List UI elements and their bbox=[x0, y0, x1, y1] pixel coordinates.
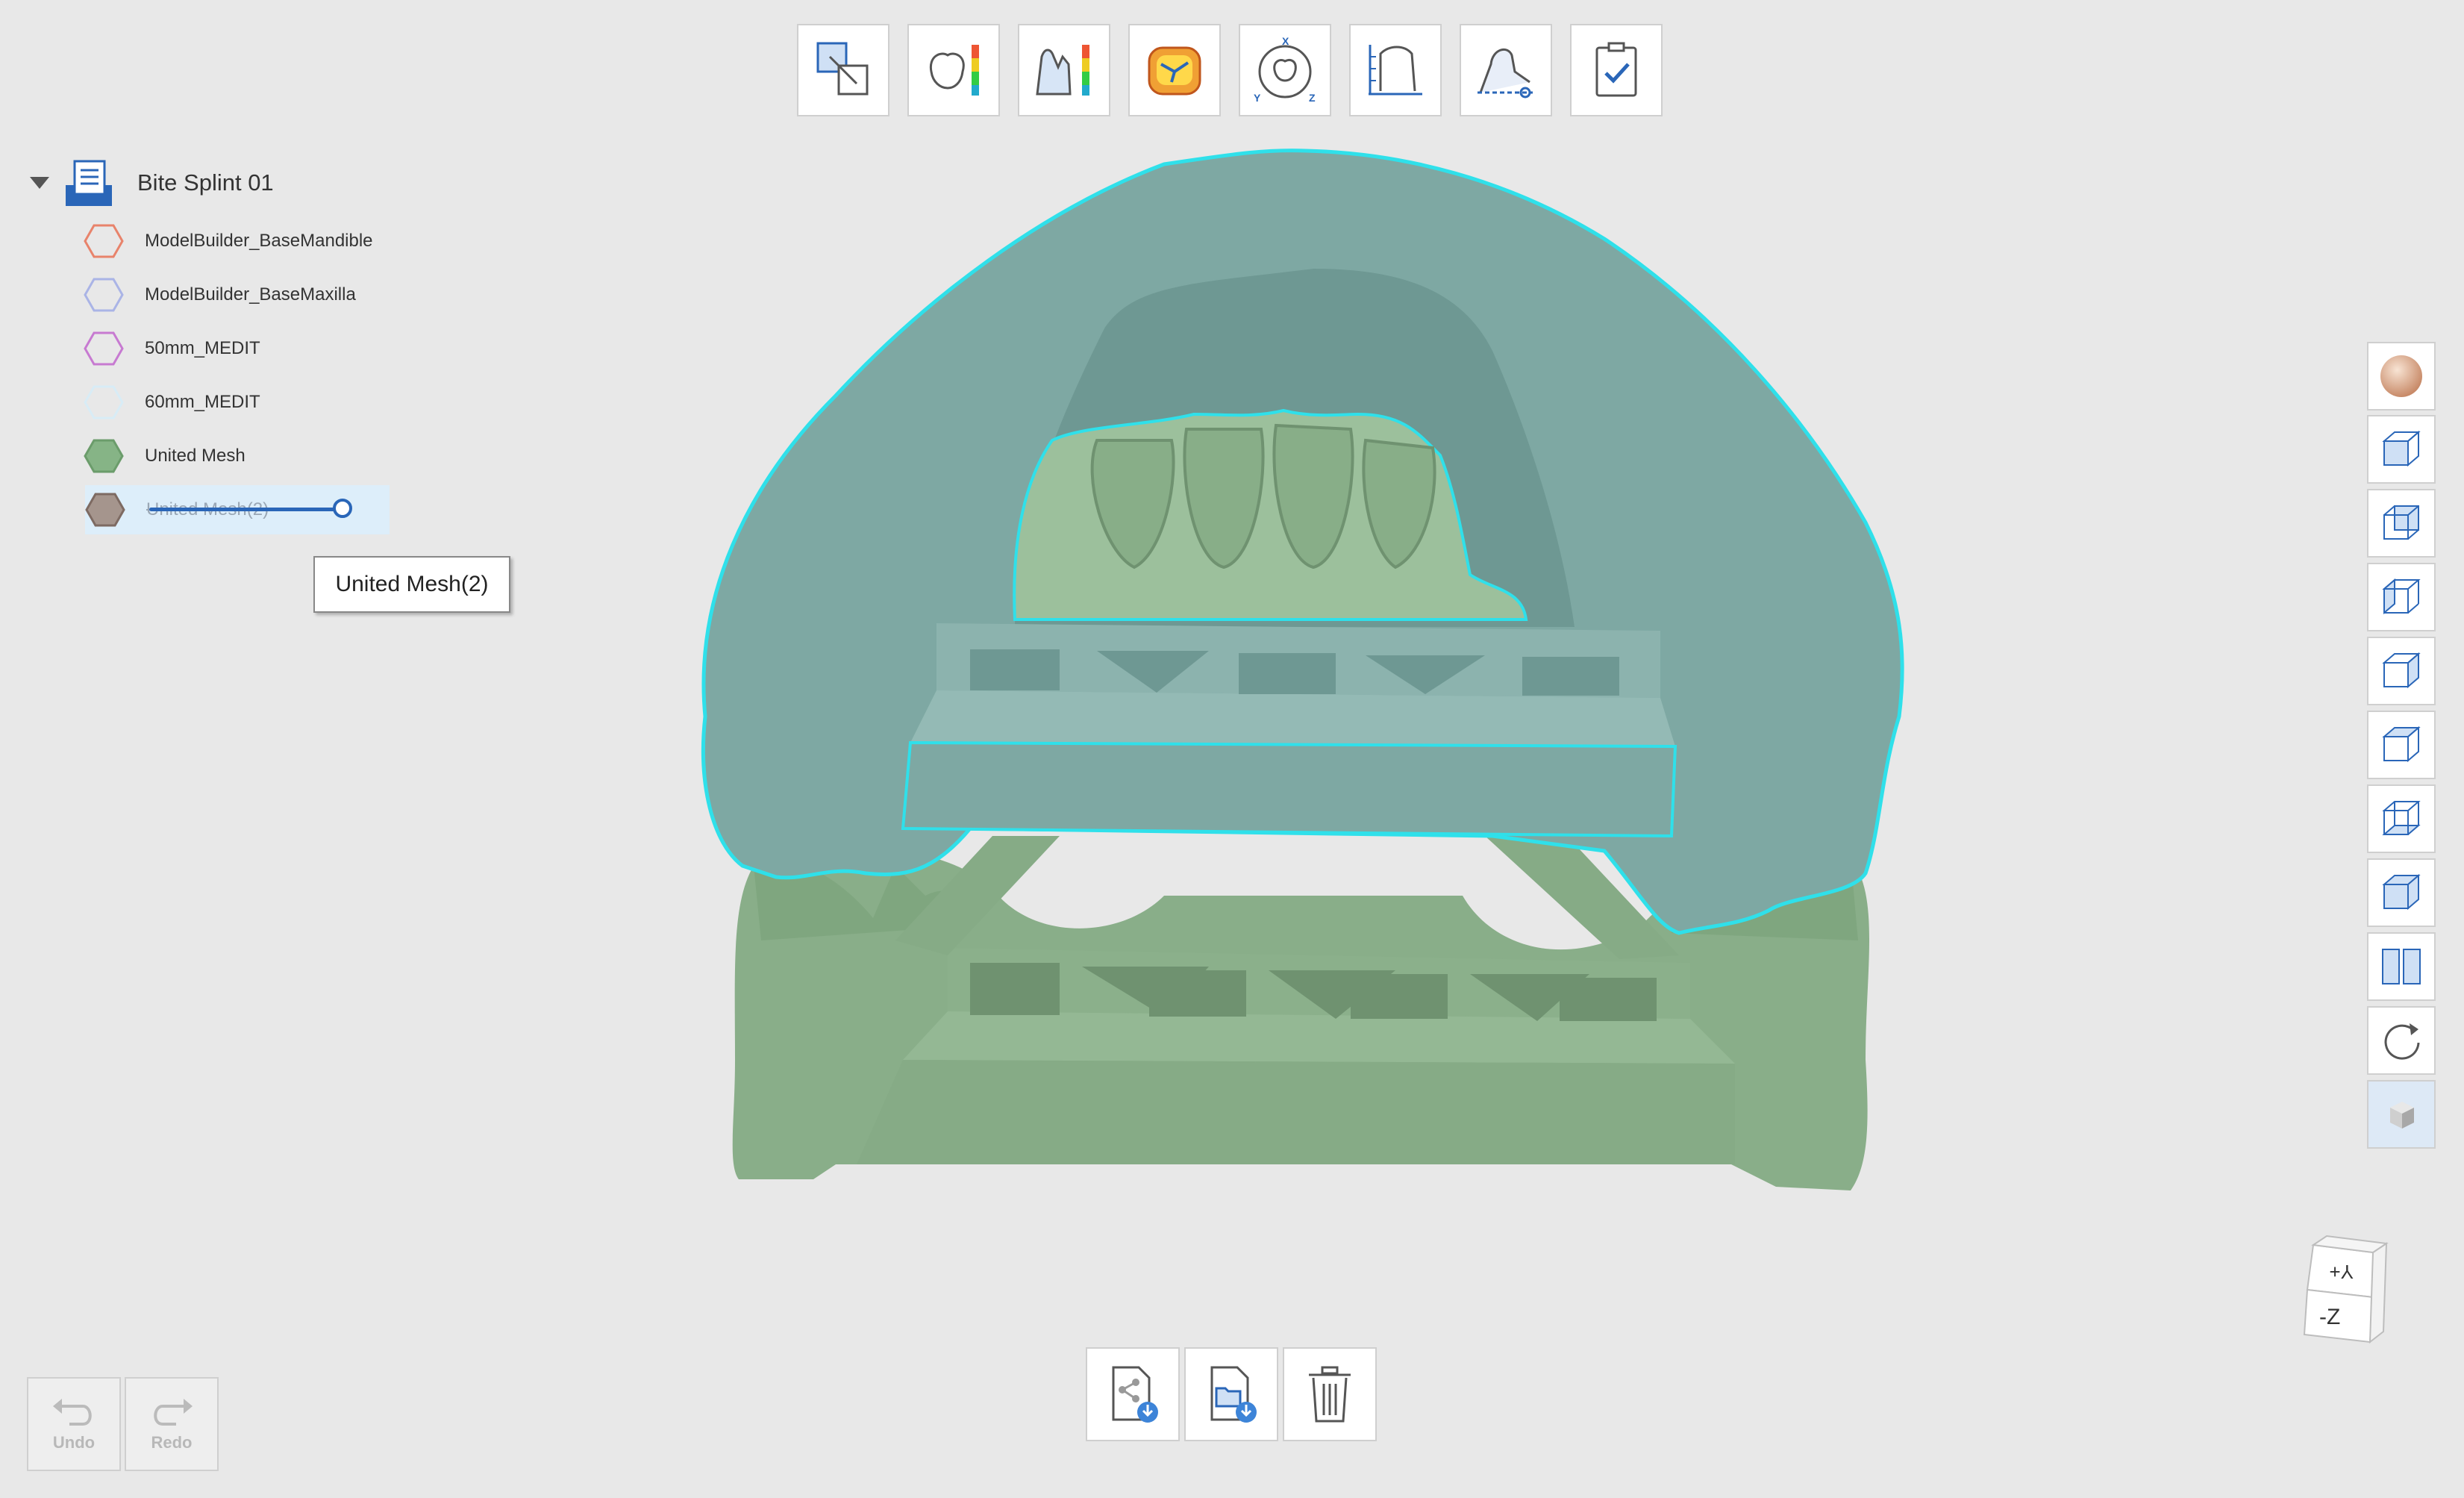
export-button[interactable] bbox=[1086, 1347, 1180, 1441]
rotate-button[interactable] bbox=[2367, 1006, 2436, 1075]
hexagon-icon[interactable] bbox=[84, 382, 124, 422]
bottom-view-button[interactable] bbox=[2367, 784, 2436, 853]
measure-icon bbox=[1369, 45, 1422, 96]
open-file-button[interactable] bbox=[1184, 1347, 1278, 1441]
hexagon-icon[interactable] bbox=[84, 221, 124, 261]
collapse-caret-icon[interactable] bbox=[30, 177, 49, 189]
cut-icon-button[interactable] bbox=[1460, 24, 1552, 116]
export-icon bbox=[1112, 1366, 1158, 1423]
cube-front-label: -Z bbox=[2319, 1305, 2340, 1329]
rotate-icon bbox=[2384, 1023, 2420, 1060]
deviation-map-icon-button[interactable] bbox=[1018, 24, 1110, 116]
project-icon bbox=[66, 160, 112, 206]
split-view-button[interactable] bbox=[2367, 932, 2436, 1001]
project-name: Bite Splint 01 bbox=[137, 169, 274, 196]
back-view-button[interactable] bbox=[2367, 489, 2436, 558]
tree-item-label: 60mm_MEDIT bbox=[145, 392, 260, 412]
undo-label: Undo bbox=[52, 1433, 96, 1452]
open-file-icon bbox=[1210, 1366, 1257, 1423]
top-view-icon bbox=[2382, 725, 2421, 763]
tree-item-50mm-medit[interactable]: 50mm_MEDIT bbox=[84, 324, 390, 373]
hexagon-icon[interactable] bbox=[85, 490, 125, 530]
tree-item-label: 50mm_MEDIT bbox=[145, 338, 260, 358]
orientation-icon: X Y Z bbox=[1254, 35, 1316, 104]
tree-item-label: ModelBuilder_BaseMaxilla bbox=[145, 284, 356, 305]
svg-text:X: X bbox=[1282, 35, 1289, 47]
fit-icon-button[interactable] bbox=[797, 24, 889, 116]
bottom-view-icon bbox=[2382, 801, 2421, 835]
redo-icon bbox=[154, 1399, 193, 1426]
hexagon-icon[interactable] bbox=[84, 436, 124, 476]
bite-splint-model bbox=[701, 149, 1904, 935]
checklist-icon-button[interactable] bbox=[1570, 24, 1663, 116]
delete-button[interactable] bbox=[1283, 1347, 1377, 1441]
fit-icon bbox=[816, 42, 869, 96]
delete-icon bbox=[1309, 1366, 1351, 1423]
deviation-map-icon bbox=[1036, 45, 1089, 96]
split-view-icon bbox=[2382, 949, 2421, 984]
front-view-icon bbox=[2382, 430, 2421, 467]
tree-item-label: United Mesh bbox=[145, 446, 246, 466]
undo-icon bbox=[53, 1399, 92, 1426]
tree-item-60mm-medit[interactable]: 60mm_MEDIT bbox=[84, 378, 390, 427]
cut-icon bbox=[1478, 48, 1533, 99]
tooltip: United Mesh(2) bbox=[313, 556, 510, 613]
back-view-icon bbox=[2383, 505, 2419, 540]
tree-root[interactable]: Bite Splint 01 bbox=[30, 153, 448, 213]
tree-item-base-mandible[interactable]: ModelBuilder_BaseMandible bbox=[84, 216, 390, 266]
orientation-cube[interactable]: Y+ -Z bbox=[2298, 1230, 2395, 1349]
thickness-map-icon-button[interactable] bbox=[907, 24, 1000, 116]
orientation-icon-button[interactable]: X Y Z bbox=[1239, 24, 1331, 116]
thickness-map-icon bbox=[929, 45, 979, 96]
top-view-button[interactable] bbox=[2367, 711, 2436, 779]
material-button[interactable] bbox=[2367, 342, 2436, 411]
tree-item-base-maxilla[interactable]: ModelBuilder_BaseMaxilla bbox=[84, 270, 390, 319]
front-view-button[interactable] bbox=[2367, 415, 2436, 484]
cube-top-label: Y+ bbox=[2329, 1261, 2354, 1283]
tree-item-united-mesh-2[interactable]: United Mesh(2) bbox=[85, 485, 390, 534]
undo-button[interactable]: Undo bbox=[27, 1377, 121, 1471]
transparency-slider-thumb[interactable] bbox=[333, 499, 352, 518]
checklist-icon bbox=[1595, 42, 1637, 97]
right-view-button[interactable] bbox=[2367, 637, 2436, 705]
perspective-icon bbox=[2390, 1102, 2414, 1129]
svg-text:Y: Y bbox=[1254, 92, 1261, 104]
right-view-icon bbox=[2382, 652, 2421, 689]
fit-view-button[interactable] bbox=[2367, 858, 2436, 927]
fit-view-icon bbox=[2382, 873, 2421, 911]
svg-text:Z: Z bbox=[1309, 92, 1316, 104]
left-view-button[interactable] bbox=[2367, 563, 2436, 631]
tree-item-united-mesh[interactable]: United Mesh bbox=[84, 431, 390, 481]
measure-icon-button[interactable] bbox=[1349, 24, 1442, 116]
occlusion-icon-button[interactable] bbox=[1128, 24, 1221, 116]
tree-item-label: ModelBuilder_BaseMandible bbox=[145, 231, 373, 251]
redo-label: Redo bbox=[151, 1433, 193, 1452]
hexagon-icon[interactable] bbox=[84, 275, 124, 315]
material-icon bbox=[2380, 355, 2422, 397]
perspective-button[interactable] bbox=[2367, 1080, 2436, 1149]
left-view-icon bbox=[2382, 578, 2421, 615]
redo-button[interactable]: Redo bbox=[125, 1377, 219, 1471]
occlusion-icon bbox=[1148, 46, 1201, 96]
transparency-slider[interactable] bbox=[149, 508, 345, 511]
hexagon-icon[interactable] bbox=[84, 328, 124, 369]
